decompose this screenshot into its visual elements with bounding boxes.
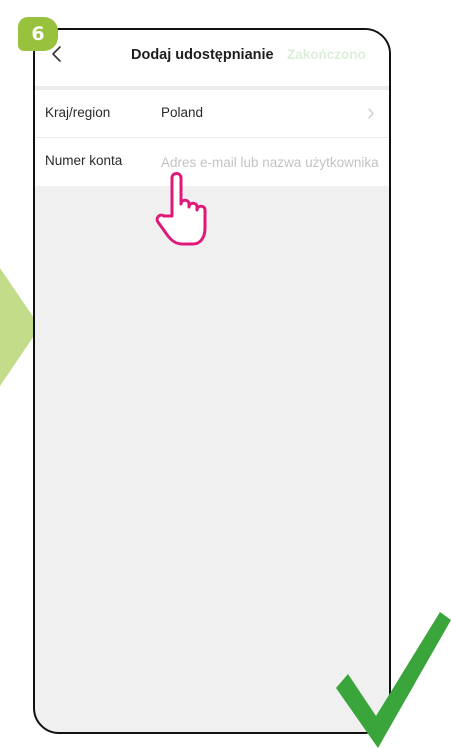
checkmark-icon	[336, 612, 451, 748]
app-header: Dodaj udostępnianie Zakończono	[35, 30, 389, 86]
instruction-stage: Dodaj udostępnianie Zakończono Kraj/regi…	[0, 0, 451, 748]
hand-pointer-icon	[155, 172, 207, 246]
chevron-right-icon	[368, 108, 374, 119]
account-number-label: Numer konta	[45, 153, 123, 168]
country-region-row[interactable]: Kraj/region Poland	[35, 90, 389, 138]
country-region-label: Kraj/region	[45, 105, 111, 120]
step-badge: 6	[18, 17, 58, 51]
page-title: Dodaj udostępnianie	[131, 47, 274, 63]
done-button[interactable]: Zakończono	[287, 47, 366, 62]
country-region-value: Poland	[161, 105, 204, 120]
